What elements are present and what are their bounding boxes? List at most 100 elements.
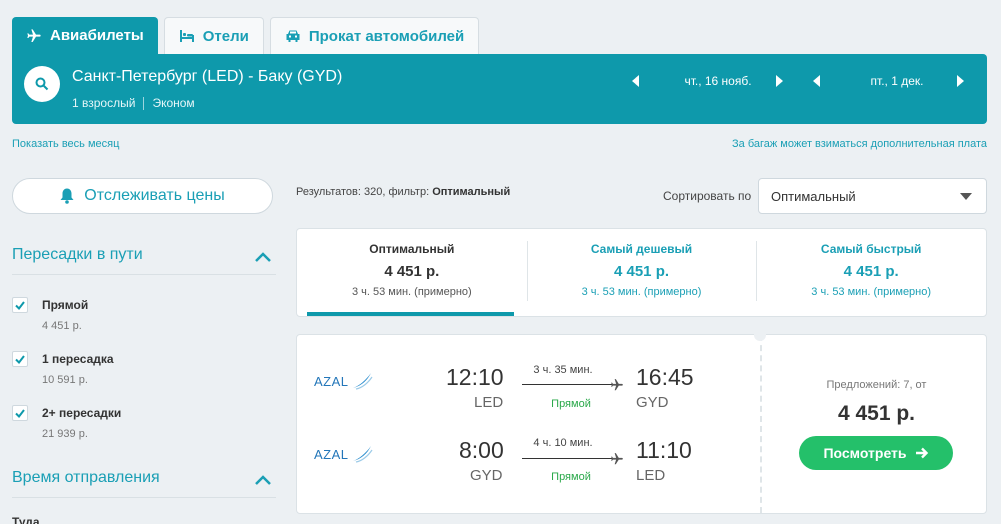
leg1-departure-code: LED xyxy=(474,394,504,411)
search-summary-bar: Санкт-Петербург (LED) - Баку (GYD) 1 взр… xyxy=(12,54,987,124)
airline-swoosh-icon xyxy=(352,373,373,390)
check-icon xyxy=(15,354,25,364)
check-icon xyxy=(15,300,25,310)
results-summary: Результатов: 320, фильтр: Оптимальный xyxy=(296,186,510,198)
product-tabs: Авиабилеты Отели Прокат автомобилей xyxy=(12,17,485,54)
sort-tab-name: Самый быстрый xyxy=(820,242,922,256)
leg1-arrival-time: 16:45 xyxy=(636,364,694,390)
stops-two-plus-checkbox[interactable] xyxy=(12,405,28,421)
leg1-stops: Прямой xyxy=(551,398,591,410)
stops-one-label[interactable]: 1 пересадка xyxy=(42,352,114,366)
chevron-up-icon[interactable] xyxy=(254,474,272,486)
stops-filter-title[interactable]: Пересадки в пути xyxy=(12,246,143,264)
airline-swoosh-icon xyxy=(352,446,373,463)
route-text[interactable]: Санкт-Петербург (LED) - Баку (GYD) xyxy=(72,68,342,86)
sort-select-value: Оптимальный xyxy=(771,188,856,204)
stops-direct-price: 4 451 р. xyxy=(42,320,82,332)
results-count-text: Результатов: 320, фильтр: xyxy=(296,186,433,198)
chevron-up-icon[interactable] xyxy=(254,251,272,263)
sort-tab-name: Самый дешевый xyxy=(590,242,693,256)
sort-tab-duration: 3 ч. 53 мин. (примерно) xyxy=(811,286,932,298)
tab-hotels[interactable]: Отели xyxy=(163,17,264,54)
view-deal-label: Посмотреть xyxy=(823,445,907,461)
stops-one-checkbox[interactable] xyxy=(12,351,28,367)
tab-flights-label: Авиабилеты xyxy=(50,27,144,44)
leg1-flight-line xyxy=(522,384,612,385)
arrow-right-icon xyxy=(915,447,929,459)
depart-next-button[interactable] xyxy=(773,74,785,88)
departure-time-filter-title[interactable]: Время отправления xyxy=(12,469,160,487)
sort-tab-price: 4 451 р. xyxy=(613,263,670,280)
caret-down-icon xyxy=(960,193,972,200)
stops-direct-label[interactable]: Прямой xyxy=(42,298,88,312)
leg1-departure-time: 12:10 xyxy=(446,364,504,390)
search-button[interactable] xyxy=(24,66,60,102)
leg2-arrival-code: LED xyxy=(636,467,666,484)
sort-tab-fastest[interactable]: Самый быстрый 4 451 р. 3 ч. 53 мин. (при… xyxy=(756,229,986,316)
depart-prev-button[interactable] xyxy=(630,74,642,88)
depart-date[interactable]: чт., 16 нояб. xyxy=(652,74,784,88)
search-icon xyxy=(35,77,49,91)
airline-name: AZAL xyxy=(314,373,349,389)
car-icon xyxy=(285,29,301,43)
return-date[interactable]: пт., 1 дек. xyxy=(830,74,964,88)
tab-hotels-label: Отели xyxy=(202,27,249,45)
tab-car-rental[interactable]: Прокат автомобилей xyxy=(269,17,480,54)
leg2-duration: 4 ч. 10 мин. xyxy=(533,437,593,449)
sort-select[interactable]: Оптимальный xyxy=(758,178,987,214)
leg2-flight-line xyxy=(522,458,612,459)
sort-tab-optimal[interactable]: Оптимальный 4 451 р. 3 ч. 53 мин. (приме… xyxy=(297,229,527,316)
results-filter-name: Оптимальный xyxy=(432,186,511,198)
plane-icon xyxy=(26,28,42,44)
stops-direct-checkbox[interactable] xyxy=(12,297,28,313)
airline-logo: AZAL xyxy=(314,372,373,390)
baggage-fee-link[interactable]: За багаж может взиматься дополнительная … xyxy=(732,138,987,150)
plane-icon xyxy=(611,379,623,391)
chevron-right-icon xyxy=(776,75,783,87)
divider xyxy=(12,497,276,498)
ticket-perforation xyxy=(760,335,762,513)
return-prev-button[interactable] xyxy=(811,74,823,88)
ticket-price: 4 451 р. xyxy=(837,402,916,425)
plane-icon xyxy=(611,453,623,465)
check-icon xyxy=(15,408,25,418)
sort-tab-duration: 3 ч. 53 мин. (примерно) xyxy=(351,286,472,298)
view-deal-button[interactable]: Посмотреть xyxy=(799,436,953,470)
tab-car-rental-label: Прокат автомобилей xyxy=(308,27,465,45)
leg2-departure-code: GYD xyxy=(470,467,503,484)
cabin-class-text: Эконом xyxy=(152,96,195,110)
sort-tab-cheapest[interactable]: Самый дешевый 4 451 р. 3 ч. 53 мин. (при… xyxy=(526,229,757,316)
bed-icon xyxy=(179,29,195,43)
chevron-left-icon xyxy=(632,75,639,87)
sort-tab-duration: 3 ч. 53 мин. (примерно) xyxy=(581,286,702,298)
leg1-arrival-code: GYD xyxy=(636,394,669,411)
sort-tab-name: Оптимальный xyxy=(369,242,455,256)
sort-tab-price: 4 451 р. xyxy=(384,263,440,280)
track-prices-button[interactable]: Отслеживать цены xyxy=(12,178,273,214)
stops-one-price: 10 591 р. xyxy=(42,374,88,386)
stops-two-plus-price: 21 939 р. xyxy=(42,428,88,440)
divider xyxy=(12,274,276,275)
airline-logo: AZAL xyxy=(314,445,373,463)
departure-outbound-label: Туда xyxy=(12,515,40,524)
chevron-left-icon xyxy=(813,75,820,87)
airline-name: AZAL xyxy=(314,446,349,462)
leg2-arrival-time: 11:10 xyxy=(636,437,692,463)
track-prices-label: Отслеживать цены xyxy=(84,187,225,204)
return-next-button[interactable] xyxy=(954,74,966,88)
offers-count: Предложений: 7, от xyxy=(826,379,927,391)
ticket-notch xyxy=(754,329,766,341)
chevron-right-icon xyxy=(957,75,964,87)
show-month-link[interactable]: Показать весь месяц xyxy=(12,138,119,150)
passengers-text: 1 взрослый xyxy=(72,96,136,110)
stops-two-plus-label[interactable]: 2+ пересадки xyxy=(42,406,121,420)
sort-tab-price: 4 451 р. xyxy=(843,263,899,280)
trip-meta[interactable]: 1 взрослый Эконом xyxy=(72,96,195,110)
leg2-stops: Прямой xyxy=(551,471,591,483)
bell-icon xyxy=(60,188,74,204)
tab-flights[interactable]: Авиабилеты xyxy=(12,17,158,54)
active-tab-indicator xyxy=(307,312,514,316)
sort-tabs-panel: Оптимальный 4 451 р. 3 ч. 53 мин. (приме… xyxy=(296,228,987,317)
leg2-departure-time: 8:00 xyxy=(459,437,504,463)
leg1-duration: 3 ч. 35 мин. xyxy=(533,364,593,376)
